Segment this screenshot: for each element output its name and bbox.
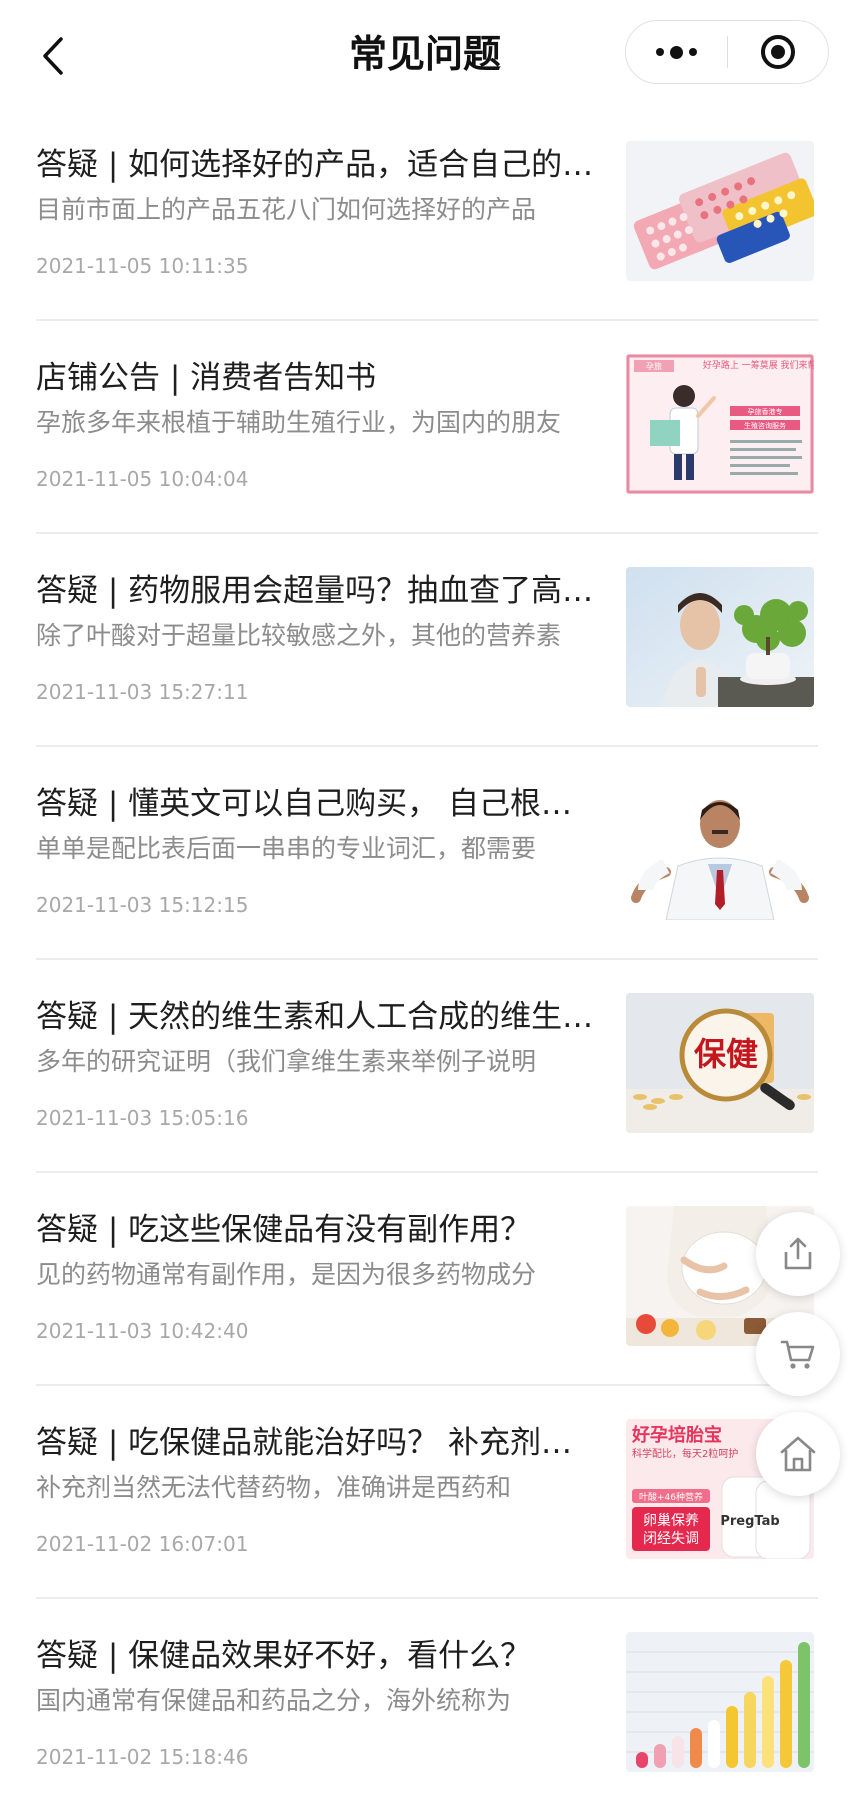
more-dots-icon xyxy=(655,45,697,59)
home-icon xyxy=(780,1436,816,1472)
article-summary: 补充剂当然无法代替药物，准确讲是西药和 xyxy=(36,1473,512,1502)
colorful-pills-chart-image xyxy=(626,1632,814,1772)
ad-bottle-label: PregTab xyxy=(720,1514,779,1529)
article-title: 答疑 | 药物服用会超量吗？抽血查了高的？ xyxy=(36,573,596,609)
article-item[interactable]: 答疑 | 保健品效果好不好，看什么？ 国内通常有保健品和药品之分，海外统称为 2… xyxy=(36,1599,818,1812)
article-date: 2021-11-03 15:27:11 xyxy=(36,680,249,704)
article-item[interactable]: 答疑 | 天然的维生素和人工合成的维生素有什么区别？ 多年的研究证明（我们拿维生… xyxy=(36,960,818,1173)
article-date: 2021-11-03 10:42:40 xyxy=(36,1319,249,1343)
article-summary: 除了叶酸对于超量比较敏感之外，其他的营养素 xyxy=(36,621,562,650)
article-title: 答疑 | 懂英文可以自己购买， 自己根据说明书吃吗？ xyxy=(36,786,596,822)
article-item[interactable]: 答疑 | 吃保健品就能治好吗？ 补充剂和药物区别？ 补充剂当然无法代替药物，准确… xyxy=(36,1386,818,1599)
article-item[interactable]: 答疑 | 懂英文可以自己购买， 自己根据说明书吃吗？ 单单是配比表后面一串串的专… xyxy=(36,747,818,960)
cart-icon xyxy=(780,1340,815,1369)
article-date: 2021-11-03 15:05:16 xyxy=(36,1106,249,1130)
mini-program-close-icon xyxy=(760,35,795,69)
article-summary: 目前市面上的产品五花八门如何选择好的产品 xyxy=(36,195,537,224)
poster-tag-2: 生殖咨询服务 xyxy=(744,421,786,430)
ad-headline: 好孕培胎宝 xyxy=(631,1424,722,1446)
ad-tag: 叶酸+46种营养 xyxy=(639,1491,703,1503)
pill-blister-packs-image xyxy=(626,141,814,281)
article-item[interactable]: 答疑 | 吃这些保健品有没有副作用？ 见的药物通常有副作用，是因为很多药物成分 … xyxy=(36,1173,818,1386)
article-date: 2021-11-02 16:07:01 xyxy=(36,1532,249,1556)
poster-brand: 孕旅 xyxy=(646,361,662,371)
health-magnifier-image: 保健 xyxy=(626,993,814,1133)
poster-tag-1: 孕旅香港专 xyxy=(748,407,783,416)
poster-headline: 好孕路上 一筹莫展 我们来帮您! xyxy=(703,359,814,371)
share-button[interactable] xyxy=(756,1212,840,1296)
article-item[interactable]: 店铺公告 | 消费者告知书 孕旅多年来根植于辅助生殖行业，为国内的朋友 2021… xyxy=(36,321,818,534)
article-title: 答疑 | 如何选择好的产品，适合自己的产品？ xyxy=(36,147,596,183)
more-button[interactable] xyxy=(626,21,727,83)
article-summary: 见的药物通常有副作用，是因为很多药物成分 xyxy=(36,1260,537,1289)
article-item[interactable]: 答疑 | 如何选择好的产品，适合自己的产品？ 目前市面上的产品五花八门如何选择好… xyxy=(36,108,818,321)
ad-line-2: 闭经失调 xyxy=(643,1531,699,1547)
article-summary: 孕旅多年来根植于辅助生殖行业，为国内的朋友 xyxy=(36,408,562,437)
article-date: 2021-11-05 10:04:04 xyxy=(36,467,249,491)
article-date: 2021-11-02 15:18:46 xyxy=(36,1745,249,1769)
article-title: 答疑 | 吃保健品就能治好吗？ 补充剂和药物区别？ xyxy=(36,1425,596,1461)
ad-line-1: 卵巢保养 xyxy=(643,1513,699,1529)
home-button[interactable] xyxy=(756,1412,840,1496)
magnifier-label: 保健 xyxy=(694,1035,758,1073)
ad-subline: 科学配比，每天2粒呵护 xyxy=(632,1447,738,1460)
article-title: 答疑 | 吃这些保健品有没有副作用？ xyxy=(36,1212,532,1248)
article-title: 店铺公告 | 消费者告知书 xyxy=(36,360,377,396)
article-summary: 多年的研究证明（我们拿维生素来举例子说明 xyxy=(36,1047,537,1076)
close-mini-program-button[interactable] xyxy=(728,21,829,83)
article-list: 答疑 | 如何选择好的产品，适合自己的产品？ 目前市面上的产品五花八门如何选择好… xyxy=(0,108,850,1812)
article-title: 答疑 | 天然的维生素和人工合成的维生素有什么区别？ xyxy=(36,999,596,1035)
article-title: 答疑 | 保健品效果好不好，看什么？ xyxy=(36,1638,532,1674)
navigation-bar: 常见问题 xyxy=(0,0,850,108)
confused-doctor-image xyxy=(626,780,814,920)
article-summary: 单单是配比表后面一串串的专业词汇，都需要 xyxy=(36,834,537,863)
cart-button[interactable] xyxy=(756,1312,840,1396)
doctor-notice-poster-image: 孕旅 好孕路上 一筹莫展 我们来帮您! 孕旅香港专 生殖咨询服务 xyxy=(626,354,814,494)
woman-with-plant-image xyxy=(626,567,814,707)
article-item[interactable]: 答疑 | 药物服用会超量吗？抽血查了高的？ 除了叶酸对于超量比较敏感之外，其他的… xyxy=(36,534,818,747)
share-icon xyxy=(784,1237,812,1270)
article-date: 2021-11-05 10:11:35 xyxy=(36,254,249,278)
mini-program-capsule xyxy=(625,20,829,84)
article-date: 2021-11-03 15:12:15 xyxy=(36,893,249,917)
article-summary: 国内通常有保健品和药品之分，海外统称为 xyxy=(36,1686,512,1715)
